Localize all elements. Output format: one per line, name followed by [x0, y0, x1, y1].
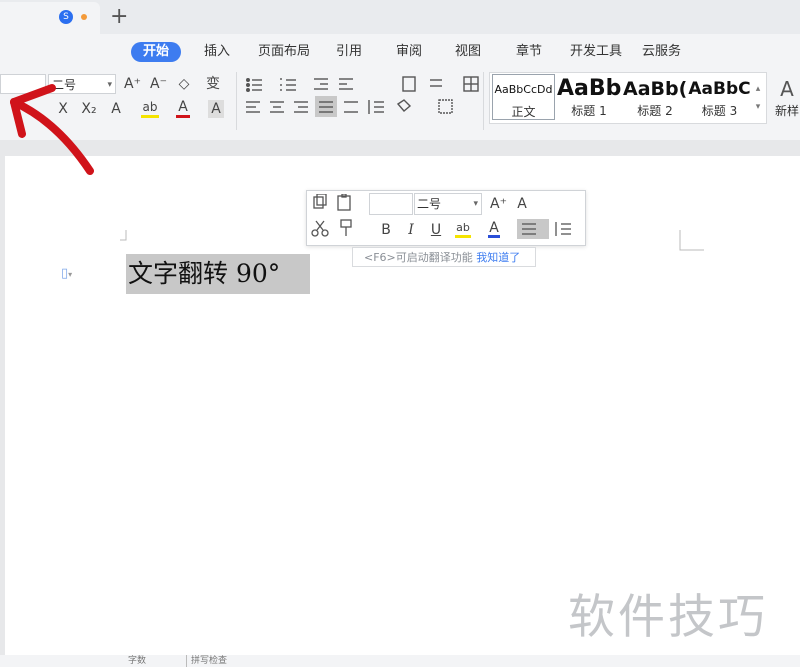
mini-font-name-box[interactable] [369, 193, 413, 215]
style-label: 标题 1 [571, 104, 607, 118]
font-color-icon[interactable]: A [176, 100, 190, 118]
subscript-icon[interactable]: X₂ [80, 100, 98, 118]
cut-icon[interactable] [311, 220, 329, 237]
new-style-button[interactable]: A 新样 [774, 74, 800, 120]
styles-scroll-icon[interactable]: ▴ ▾ [753, 80, 763, 116]
shrink-font-icon[interactable]: A⁻ [150, 75, 167, 93]
italic-button[interactable]: I [404, 221, 418, 239]
mini-line-spacing-icon[interactable] [555, 222, 571, 236]
align-right-icon[interactable] [294, 101, 308, 113]
dismiss-tip-link[interactable]: 我知道了 [476, 251, 520, 264]
menu-home-tab[interactable]: 开始 [131, 42, 181, 62]
menu-view-tab[interactable]: 视图 [455, 42, 481, 62]
underline-button[interactable]: U [429, 221, 443, 239]
decrease-indent-icon[interactable] [314, 78, 328, 90]
chevron-down-icon: ▾ [473, 199, 478, 209]
menu-cloud-tab[interactable]: 云服务 [642, 42, 681, 62]
menu-page-layout-tab[interactable]: 页面布局 [258, 42, 310, 62]
menu-insert-tab[interactable]: 插入 [204, 42, 230, 62]
new-style-icon: A [780, 77, 794, 101]
highlight-icon[interactable]: ab [141, 100, 159, 118]
style-preview: AaBb( [623, 78, 687, 100]
document-icon: S [59, 10, 73, 24]
style-heading-1[interactable]: AaBb 标题 1 [557, 74, 621, 120]
chinese-layout-icon[interactable] [402, 76, 416, 92]
bullet-list-icon[interactable] [245, 77, 262, 92]
format-painter-icon[interactable] [340, 219, 352, 236]
mini-shrink-font-icon[interactable]: A [514, 195, 530, 213]
translate-tip-text: <F6>可启动翻译功能 [364, 251, 473, 264]
align-left-icon[interactable] [246, 101, 260, 113]
ribbon-divider [236, 72, 237, 130]
font-size-box[interactable]: 二号 ▾ [48, 74, 116, 94]
border-icon[interactable] [438, 99, 453, 114]
new-tab-button[interactable]: + [110, 4, 128, 29]
style-label: 标题 2 [637, 104, 673, 118]
strikethrough-icon[interactable]: X [55, 100, 71, 118]
menu-developer-tab[interactable]: 开发工具 [570, 42, 622, 62]
word-count-label[interactable]: 字数 [128, 655, 146, 667]
text-effect-icon[interactable]: A [108, 100, 124, 118]
status-bar: 字数 拼写检查 [0, 655, 800, 667]
align-center-icon[interactable] [270, 101, 284, 113]
font-name-box[interactable] [0, 74, 46, 94]
table-insert-icon[interactable] [463, 76, 479, 92]
mini-font-color-icon[interactable]: A [488, 221, 500, 238]
style-label: 标题 3 [701, 104, 738, 118]
style-heading-2[interactable]: AaBb( 标题 2 [623, 74, 687, 120]
style-normal[interactable]: AaBbCcDd 正文 [492, 74, 555, 120]
spell-check-label[interactable]: 拼写检查 [186, 655, 227, 667]
grow-font-icon[interactable]: A⁺ [124, 75, 141, 93]
numbered-list-icon[interactable] [280, 78, 296, 91]
mini-font-size-box[interactable]: 二号 ▾ [414, 193, 482, 215]
clear-format-icon[interactable]: ◇ [176, 75, 192, 93]
copy-icon[interactable] [313, 194, 327, 209]
translate-tip: <F6>可启动翻译功能 我知道了 [352, 247, 536, 267]
menu-references-tab[interactable]: 引用 [336, 42, 362, 62]
style-label: 新样 [774, 104, 799, 118]
ribbon-divider [483, 72, 484, 130]
shading-icon[interactable] [396, 99, 412, 112]
paragraph-handle-icon[interactable]: ▯▾ [61, 266, 72, 281]
style-preview: AaBbC [688, 79, 751, 99]
paste-icon[interactable] [337, 194, 351, 211]
chevron-down-icon: ▾ [107, 80, 112, 90]
unsaved-dot-icon [81, 14, 87, 20]
style-preview: AaBbCcDd [494, 83, 553, 96]
document-text[interactable]: 文字翻转 90° [128, 256, 280, 292]
paragraph-tools [245, 76, 479, 117]
mini-clipboard-tools [311, 194, 352, 237]
watermark-text: 软件技巧 [568, 590, 768, 645]
distribute-icon[interactable] [344, 101, 358, 113]
style-heading-3[interactable]: AaBbC 标题 3 [688, 74, 751, 120]
line-spacing-icon[interactable] [368, 100, 384, 114]
mini-font-size-value: 二号 [417, 197, 442, 211]
mini-grow-font-icon[interactable]: A⁺ [490, 195, 507, 213]
mini-highlight-icon[interactable]: ab [455, 221, 471, 238]
increase-indent-icon[interactable] [339, 78, 353, 90]
mini-paragraph-tools [517, 219, 571, 239]
show-hide-icon[interactable] [430, 79, 442, 87]
bold-button[interactable]: B [379, 221, 393, 239]
menu-review-tab[interactable]: 审阅 [396, 42, 422, 62]
font-size-value: 二号 [52, 78, 77, 92]
menu-section-tab[interactable]: 章节 [516, 42, 542, 62]
phonetic-guide-icon[interactable]: 变 [204, 75, 222, 93]
style-label: 正文 [511, 105, 536, 119]
style-preview: AaBb [557, 76, 621, 101]
character-shading-icon[interactable]: A [208, 100, 224, 118]
